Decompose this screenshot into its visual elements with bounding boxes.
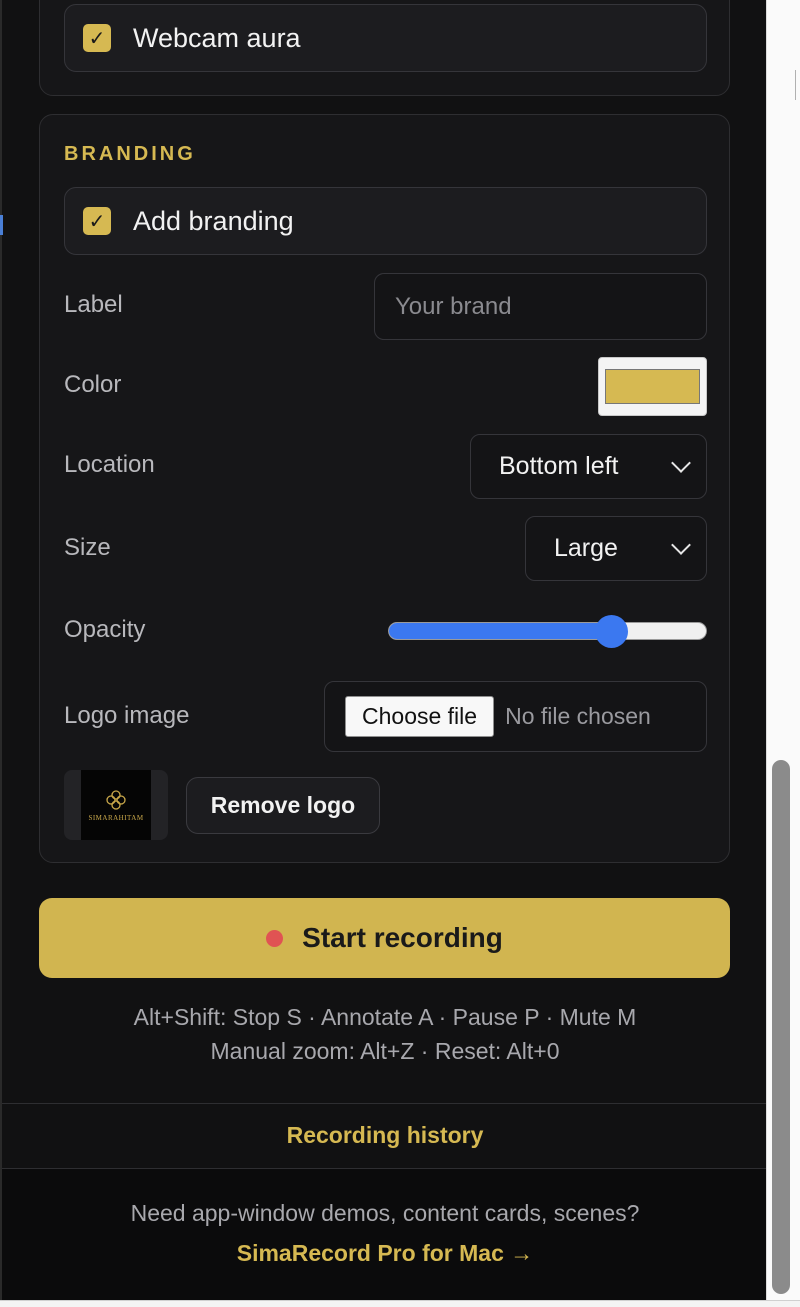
color-swatch	[605, 369, 700, 404]
webcam-aura-checkbox[interactable]: ✓	[83, 24, 111, 52]
record-dot-icon	[266, 929, 284, 947]
add-branding-checkbox[interactable]: ✓	[83, 207, 111, 235]
size-select[interactable]: Large	[525, 516, 707, 581]
color-picker[interactable]	[598, 357, 707, 416]
shortcut-hint-line1: Alt+Shift: Stop S · Annotate A · Pause P…	[133, 1004, 637, 1030]
capture-options-card: ✓ Webcam aura	[39, 0, 730, 96]
chevron-down-icon	[671, 534, 691, 555]
promo-text: Need app-window demos, content cards, sc…	[130, 1200, 640, 1226]
remove-logo-button[interactable]: Remove logo	[186, 777, 380, 834]
start-recording-label: Start recording	[302, 922, 503, 953]
location-select-value: Bottom left	[499, 452, 619, 480]
logo-file-input[interactable]: Choose file No file chosen	[324, 681, 707, 752]
opacity-slider-fill	[389, 623, 611, 639]
opacity-field-label: Opacity	[64, 616, 146, 643]
window-edge-accent	[0, 215, 3, 235]
branding-card: BRANDING ✓ Add branding Label Color Loca…	[39, 114, 730, 863]
label-field-label: Label	[64, 291, 123, 318]
file-status-text: No file chosen	[505, 703, 651, 729]
window-edge	[795, 70, 800, 100]
scrollbar-thumb[interactable]	[772, 760, 790, 1294]
window-bottom-edge	[0, 1300, 800, 1307]
divider	[2, 1103, 766, 1104]
logo-preview: SIMARAHITAM	[64, 770, 168, 840]
start-recording-button[interactable]: Start recording	[39, 898, 730, 978]
ornament-icon	[106, 790, 126, 810]
color-field-label: Color	[64, 371, 122, 398]
opacity-slider-thumb[interactable]	[594, 615, 628, 648]
recording-history-link[interactable]: Recording history	[2, 1122, 766, 1149]
webcam-aura-toggle[interactable]: ✓ Webcam aura	[64, 4, 707, 72]
opacity-slider-track[interactable]	[388, 622, 707, 640]
brand-label-input[interactable]	[374, 273, 707, 340]
logo-wordmark: SIMARAHITAM	[88, 814, 144, 822]
pro-upgrade-link[interactable]: SimaRecord Pro for Mac →	[2, 1240, 766, 1267]
promo-footer	[2, 1169, 766, 1300]
location-field-label: Location	[64, 451, 155, 478]
location-select[interactable]: Bottom left	[470, 434, 707, 499]
chevron-down-icon	[671, 452, 691, 473]
size-field-label: Size	[64, 534, 111, 561]
add-branding-label: Add branding	[133, 205, 294, 236]
shortcut-hint-line2: Manual zoom: Alt+Z · Reset: Alt+0	[210, 1038, 560, 1064]
webcam-aura-label: Webcam aura	[133, 22, 301, 53]
branding-section-title: BRANDING	[64, 143, 196, 165]
add-branding-toggle[interactable]: ✓ Add branding	[64, 187, 707, 255]
logo-field-label: Logo image	[64, 702, 190, 729]
extension-panel: ✓ Webcam aura BRANDING ✓ Add branding La…	[0, 0, 766, 1300]
logo-image: SIMARAHITAM	[81, 770, 151, 840]
choose-file-button[interactable]: Choose file	[345, 696, 495, 737]
size-select-value: Large	[554, 534, 618, 562]
